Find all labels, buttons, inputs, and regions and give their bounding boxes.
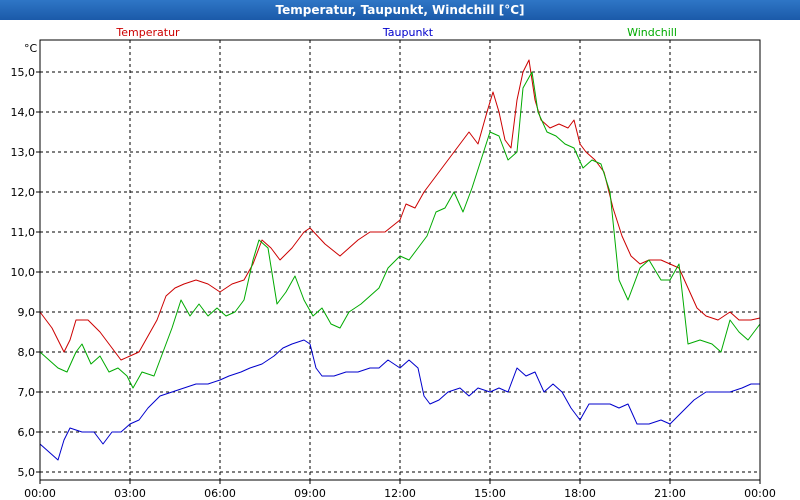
legend-windchill: Windchill [627, 26, 677, 39]
legend: Temperatur Taupunkt Windchill [115, 26, 677, 39]
x-tick-time: 21:00 [654, 487, 686, 500]
y-tick-label: 13,0 [11, 146, 36, 159]
x-tick-time: 12:00 [384, 487, 416, 500]
x-tick-time: 06:00 [204, 487, 236, 500]
legend-temperatur: Temperatur [115, 26, 180, 39]
y-tick-label: 8,0 [18, 346, 36, 359]
y-tick-label: 7,0 [18, 386, 36, 399]
y-tick-label: 11,0 [11, 226, 36, 239]
y-axis: 5,0 6,0 7,0 8,0 9,0 10,0 11,0 12,0 13,0 14,0 15,0 [11, 66, 40, 479]
x-tick-time: 00:00 [24, 487, 56, 500]
x-tick-time: 09:00 [294, 487, 326, 500]
y-axis-unit: °C [24, 42, 38, 55]
x-tick-time: 00:00 [744, 487, 776, 500]
x-tick-time: 18:00 [564, 487, 596, 500]
y-tick-label: 5,0 [18, 466, 36, 479]
chart: °C Temperatur Taupunkt Windchill 5,0 6,0 7,0… [11, 26, 776, 500]
y-tick-label: 12,0 [11, 186, 36, 199]
x-axis: 00:0016.04.1603:0016.04.1606:0016.04.160… [24, 480, 776, 500]
legend-taupunkt: Taupunkt [382, 26, 434, 39]
window-title: Temperatur, Taupunkt, Windchill [°C] [0, 0, 800, 20]
y-tick-label: 6,0 [18, 426, 36, 439]
x-tick-time: 15:00 [474, 487, 506, 500]
x-tick-time: 03:00 [114, 487, 146, 500]
y-tick-label: 15,0 [11, 66, 36, 79]
y-tick-label: 14,0 [11, 106, 36, 119]
y-tick-label: 9,0 [18, 306, 36, 319]
y-tick-label: 10,0 [11, 266, 36, 279]
